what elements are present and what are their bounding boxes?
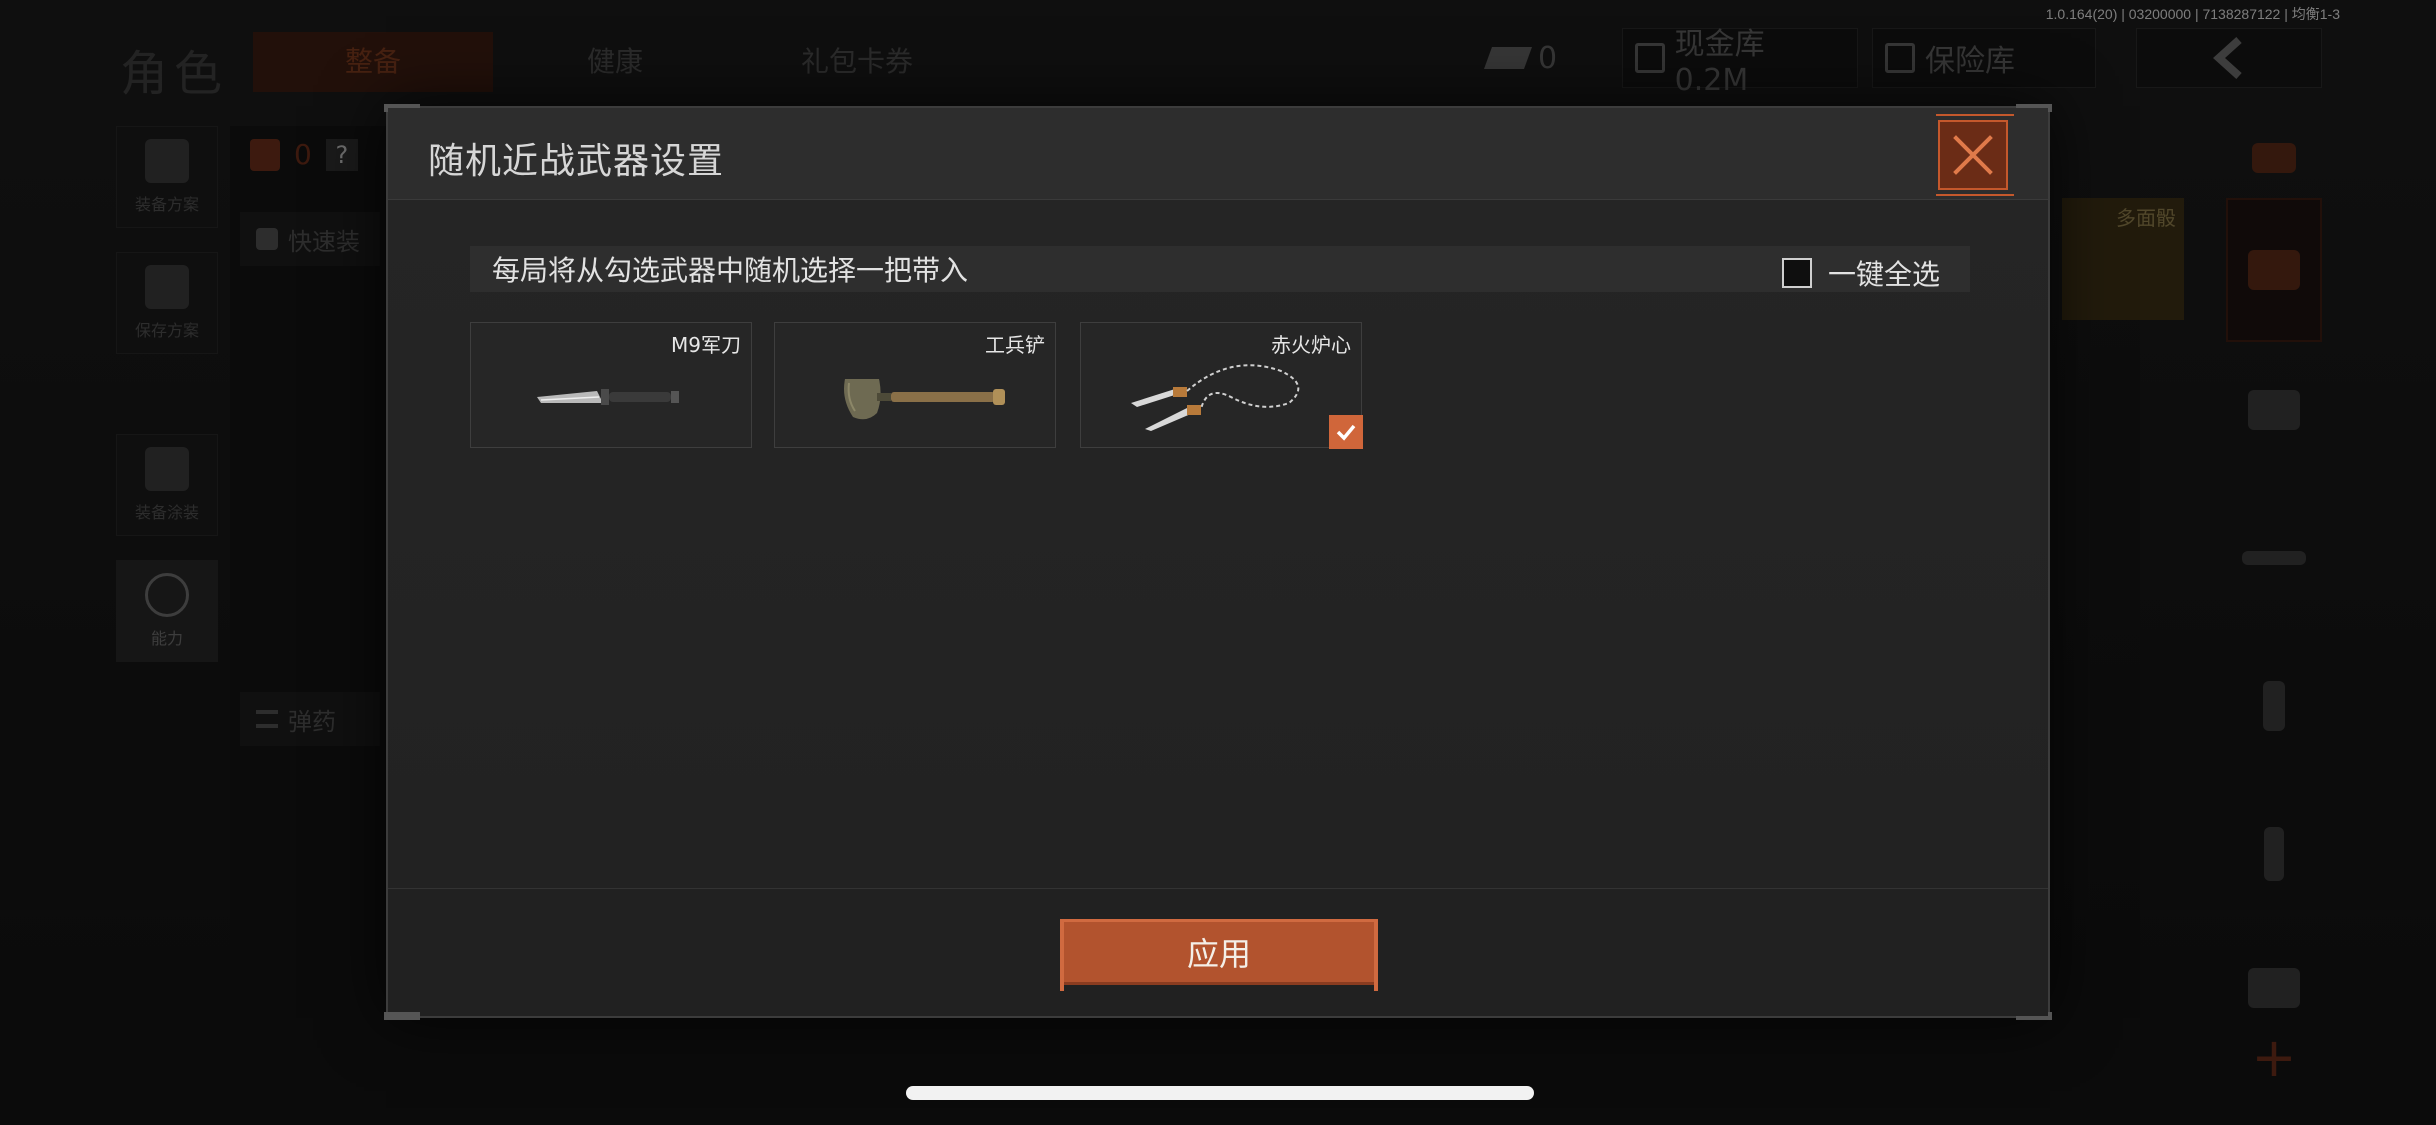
hint-text: 每局将从勾选武器中随机选择一把带入 [492, 254, 969, 287]
hint-bar: 每局将从勾选武器中随机选择一把带入 一键全选 [470, 246, 1970, 292]
dialog-title: 随机近战武器设置 [428, 141, 725, 182]
dialog-header: 随机近战武器设置 [388, 108, 2048, 200]
select-all-checkbox[interactable] [1781, 258, 1812, 288]
select-all-label: 一键全选 [1827, 258, 1940, 291]
m9-knife-icon [537, 389, 679, 405]
select-all-toggle[interactable]: 一键全选 [1781, 253, 1940, 293]
home-indicator[interactable] [906, 1086, 1534, 1100]
dialog-body: 每局将从勾选武器中随机选择一把带入 一键全选 M9军刀 工兵铲 赤火炉心 [388, 200, 2048, 894]
shovel-icon [844, 379, 1005, 420]
check-icon [1336, 424, 1356, 441]
close-button[interactable] [1936, 114, 2014, 196]
weapon-card-m9-knife[interactable]: M9军刀 [470, 322, 752, 448]
weapon-card-crimson-core[interactable]: 赤火炉心 [1080, 322, 1363, 449]
chain-dagger-icon [1131, 364, 1300, 431]
random-melee-dialog: 随机近战武器设置 每局将从勾选武器中随机选择一把带入 一键全选 M9军刀 工兵铲… [384, 104, 2052, 1020]
dialog-footer: 应用 [388, 888, 2048, 1016]
apply-button[interactable]: 应用 [1060, 919, 1378, 991]
close-icon [1953, 135, 1993, 175]
weapon-card-shovel[interactable]: 工兵铲 [774, 322, 1056, 448]
weapon-checkmark[interactable] [1329, 415, 1363, 449]
